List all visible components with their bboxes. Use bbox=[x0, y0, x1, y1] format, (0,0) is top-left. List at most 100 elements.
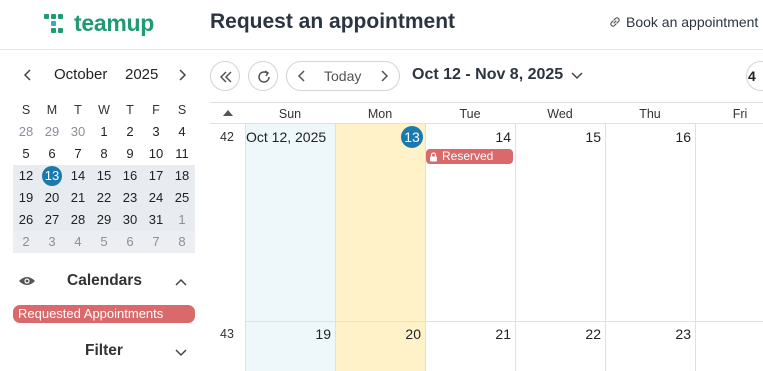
mini-day[interactable]: 28 bbox=[65, 209, 91, 231]
day-number[interactable]: 16 bbox=[605, 129, 691, 145]
view-selector-button[interactable]: 4 bbox=[746, 61, 763, 91]
mini-day[interactable]: 29 bbox=[39, 121, 65, 143]
next-period-icon[interactable] bbox=[377, 69, 391, 83]
mini-day[interactable]: 6 bbox=[117, 231, 143, 253]
day-number[interactable]: 21 bbox=[425, 326, 511, 342]
date-navigation: Today bbox=[286, 61, 400, 91]
mini-day[interactable]: 28 bbox=[13, 121, 39, 143]
mini-day[interactable]: 29 bbox=[91, 209, 117, 231]
day-number[interactable]: 20 bbox=[335, 326, 421, 342]
mini-day[interactable]: 27 bbox=[39, 209, 65, 231]
logo-text: teamup bbox=[74, 10, 154, 36]
mini-day[interactable]: 19 bbox=[13, 187, 39, 209]
reserved-event[interactable]: Reserved bbox=[426, 149, 513, 164]
mini-day[interactable]: 1 bbox=[169, 209, 195, 231]
chevron-up-icon[interactable] bbox=[174, 275, 188, 289]
mini-day[interactable]: 30 bbox=[117, 209, 143, 231]
day-number[interactable]: Oct 12, 2025 bbox=[246, 129, 332, 145]
refresh-button[interactable] bbox=[248, 61, 278, 91]
lock-icon bbox=[430, 151, 437, 161]
mini-day-today[interactable]: 13 bbox=[39, 165, 65, 187]
mini-day[interactable]: 8 bbox=[91, 143, 117, 165]
mini-calendar-grid: S M T W T F S 28 29 30 1 2 3 4 5 6 7 8 9… bbox=[13, 99, 195, 253]
day-number[interactable]: 23 bbox=[605, 326, 691, 342]
mini-day[interactable]: 6 bbox=[39, 143, 65, 165]
mini-day[interactable]: 3 bbox=[39, 231, 65, 253]
mini-week-row-visible: 2 3 4 5 6 7 8 bbox=[13, 231, 195, 253]
weekday-header: Tue bbox=[459, 107, 481, 121]
chevron-down-icon bbox=[571, 72, 583, 80]
mini-day[interactable]: 23 bbox=[117, 187, 143, 209]
mini-day[interactable]: 20 bbox=[39, 187, 65, 209]
mini-day[interactable]: 17 bbox=[143, 165, 169, 187]
mini-day[interactable]: 9 bbox=[117, 143, 143, 165]
day-number[interactable]: 15 bbox=[515, 129, 601, 145]
mini-day[interactable]: 7 bbox=[143, 231, 169, 253]
weekday-header: Fri bbox=[732, 107, 748, 121]
today-badge: 13 bbox=[42, 166, 62, 186]
day-number[interactable]: 19 bbox=[245, 326, 331, 342]
day-column-fri[interactable] bbox=[695, 124, 763, 371]
mini-day[interactable]: 16 bbox=[117, 165, 143, 187]
week-number: 43 bbox=[220, 327, 234, 341]
mini-day[interactable]: 1 bbox=[91, 121, 117, 143]
mini-day[interactable]: 4 bbox=[169, 121, 195, 143]
mini-day[interactable]: 5 bbox=[91, 231, 117, 253]
book-appointment-link[interactable]: Book an appointment bbox=[609, 14, 758, 30]
today-button[interactable]: Today bbox=[324, 68, 361, 84]
mini-day[interactable]: 11 bbox=[169, 143, 195, 165]
mini-weekday: M bbox=[46, 103, 58, 117]
triangle-up-icon[interactable] bbox=[222, 108, 234, 117]
mini-day[interactable]: 2 bbox=[13, 231, 39, 253]
mini-week-row-visible: 12 13 14 15 16 17 18 bbox=[13, 165, 195, 187]
event-title: Reserved bbox=[442, 149, 494, 163]
chevron-down-icon[interactable] bbox=[174, 345, 188, 359]
mini-day[interactable]: 3 bbox=[143, 121, 169, 143]
mini-day[interactable]: 7 bbox=[65, 143, 91, 165]
mini-day[interactable]: 25 bbox=[169, 187, 195, 209]
mini-weekday: W bbox=[98, 103, 110, 117]
filter-section-header[interactable]: Filter bbox=[18, 340, 194, 364]
weekday-header-row: Sun Mon Tue Wed Thu Fri bbox=[210, 102, 763, 124]
mini-day[interactable]: 12 bbox=[13, 165, 39, 187]
mini-day[interactable]: 4 bbox=[65, 231, 91, 253]
mini-day[interactable]: 22 bbox=[91, 187, 117, 209]
day-number[interactable]: 22 bbox=[515, 326, 601, 342]
mini-calendar-year[interactable]: 2025 bbox=[125, 66, 158, 83]
prev-month-icon[interactable] bbox=[20, 67, 36, 83]
weekday-header: Wed bbox=[547, 107, 573, 121]
eye-icon[interactable] bbox=[18, 275, 36, 287]
mini-day[interactable]: 31 bbox=[143, 209, 169, 231]
mini-day[interactable]: 21 bbox=[65, 187, 91, 209]
mini-day[interactable]: 14 bbox=[65, 165, 91, 187]
collapse-sidebar-button[interactable] bbox=[210, 61, 240, 91]
mini-day[interactable]: 2 bbox=[117, 121, 143, 143]
date-range-label: Oct 12 - Nov 8, 2025 bbox=[412, 66, 564, 83]
filter-label: Filter bbox=[85, 342, 123, 359]
calendars-section-header[interactable]: Calendars bbox=[18, 270, 194, 294]
double-chevron-left-icon bbox=[219, 71, 232, 83]
calendar-item-requested-appointments[interactable]: Requested Appointments bbox=[13, 305, 195, 323]
page-title: Request an appointment bbox=[210, 10, 456, 33]
mini-day[interactable]: 8 bbox=[169, 231, 195, 253]
mini-calendar-month[interactable]: October bbox=[54, 66, 107, 83]
mini-day[interactable]: 5 bbox=[13, 143, 39, 165]
mini-day[interactable]: 15 bbox=[91, 165, 117, 187]
mini-calendar-nav: October 2025 bbox=[12, 65, 194, 85]
date-range-selector[interactable]: Oct 12 - Nov 8, 2025 bbox=[412, 66, 584, 84]
prev-period-icon[interactable] bbox=[295, 69, 309, 83]
refresh-icon bbox=[258, 70, 270, 83]
mini-day[interactable]: 26 bbox=[13, 209, 39, 231]
mini-day[interactable]: 18 bbox=[169, 165, 195, 187]
today-day-badge[interactable]: 13 bbox=[401, 126, 423, 148]
mini-day[interactable]: 24 bbox=[143, 187, 169, 209]
teamup-logo-icon bbox=[44, 12, 68, 36]
teamup-logo[interactable]: teamup bbox=[44, 10, 154, 37]
next-month-icon[interactable] bbox=[174, 67, 190, 83]
mini-weekday: S bbox=[21, 103, 31, 117]
day-number[interactable]: 14 bbox=[425, 129, 511, 145]
mini-day[interactable]: 30 bbox=[65, 121, 91, 143]
mini-day[interactable]: 10 bbox=[143, 143, 169, 165]
weekday-header: Thu bbox=[639, 107, 661, 121]
mini-weekday: F bbox=[152, 103, 160, 117]
